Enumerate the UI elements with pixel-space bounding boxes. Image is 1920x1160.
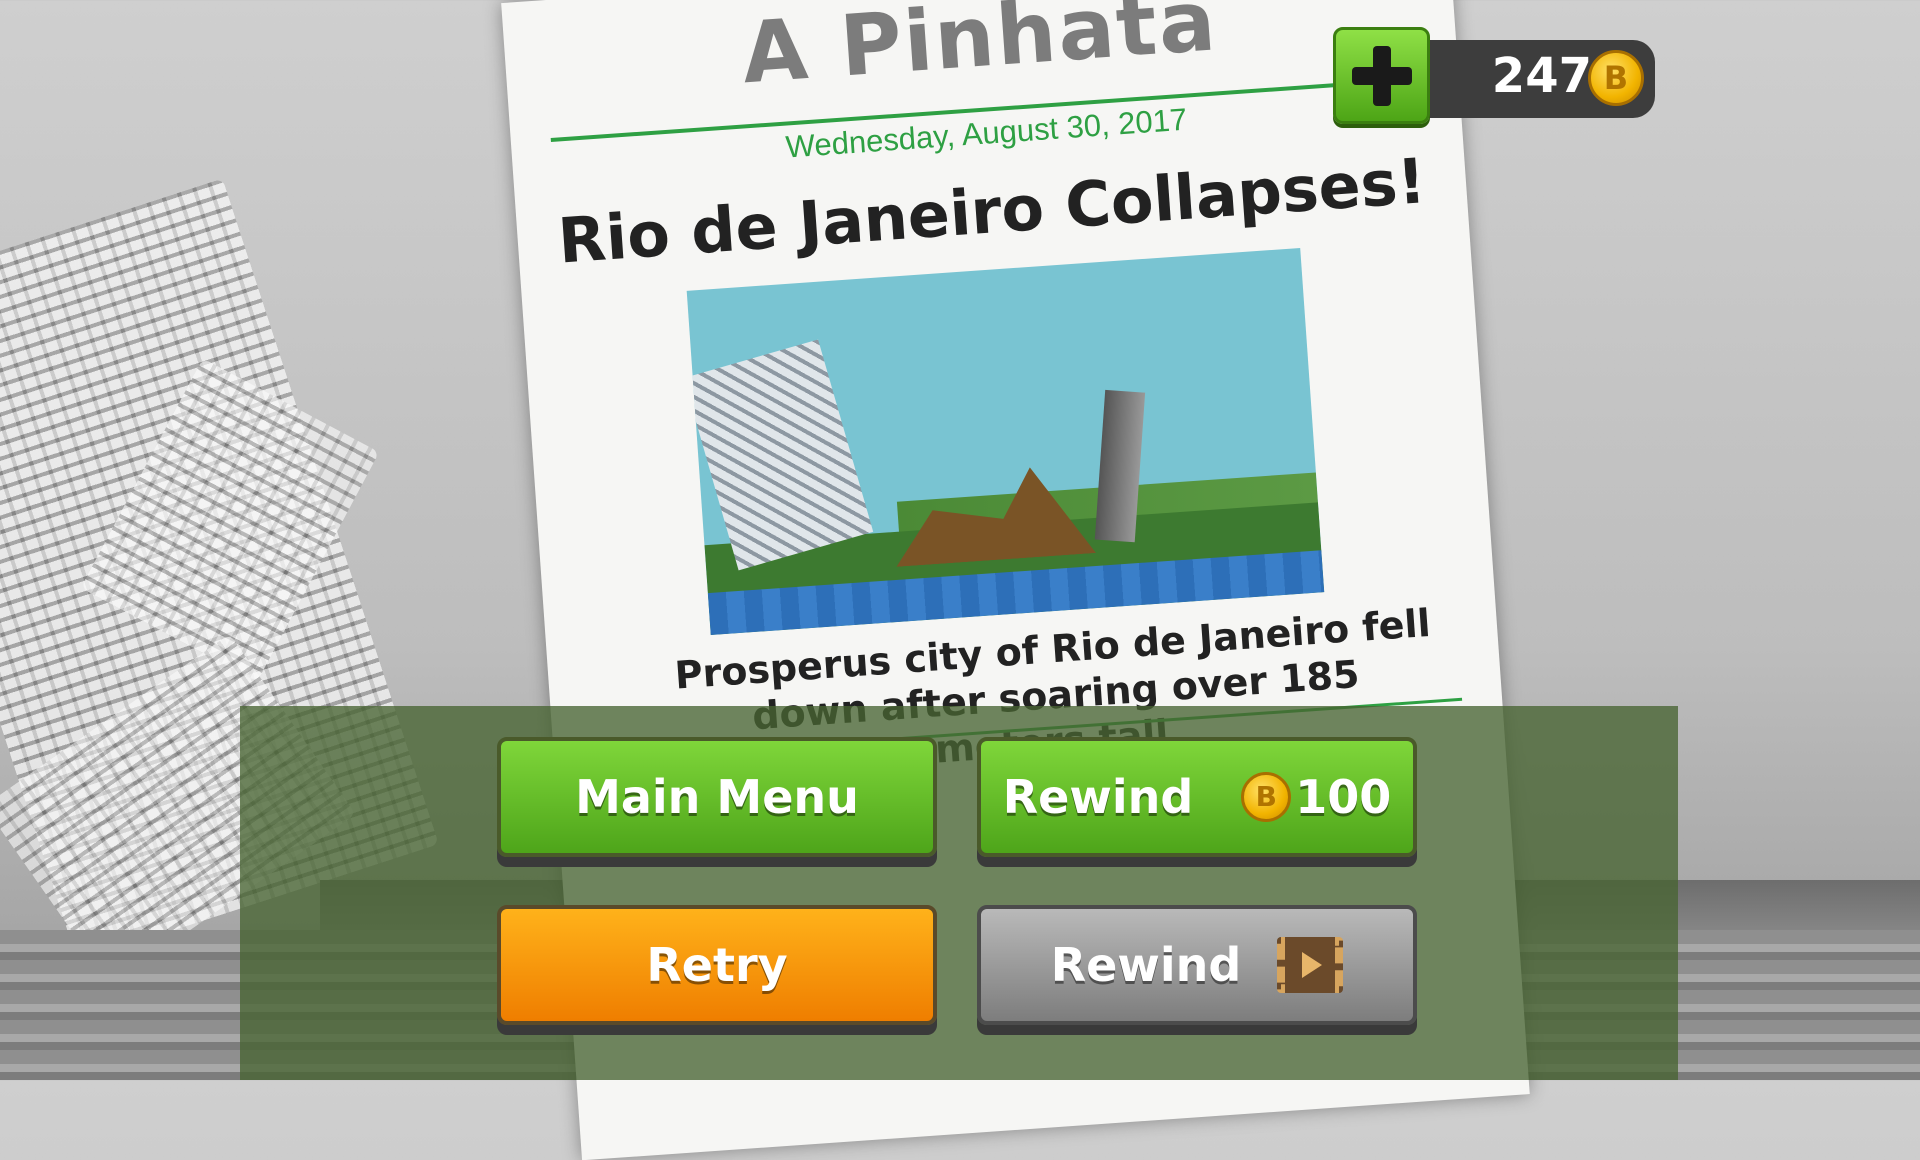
coin-icon: B: [1241, 772, 1292, 822]
main-menu-button[interactable]: Main Menu: [497, 737, 937, 857]
add-coins-button[interactable]: [1333, 27, 1430, 124]
rewind-cost: 100: [1295, 770, 1392, 824]
rewind-video-label: Rewind: [1050, 938, 1242, 992]
plus-icon: [1351, 45, 1412, 106]
coin-icon: B: [1588, 50, 1644, 106]
retry-label: Retry: [646, 938, 788, 992]
newspaper-photo: [686, 247, 1325, 636]
retry-button[interactable]: Retry: [497, 905, 937, 1025]
end-game-overlay: [240, 706, 1678, 1080]
main-menu-label: Main Menu: [575, 770, 859, 824]
rewind-coins-label: Rewind: [1002, 770, 1194, 824]
photo-wreckage: [686, 339, 874, 571]
rewind-coins-button[interactable]: Rewind B 100: [977, 737, 1417, 857]
coin-count: 247: [1491, 48, 1592, 104]
video-ad-icon: [1277, 937, 1344, 993]
rewind-video-button[interactable]: Rewind: [977, 905, 1417, 1025]
